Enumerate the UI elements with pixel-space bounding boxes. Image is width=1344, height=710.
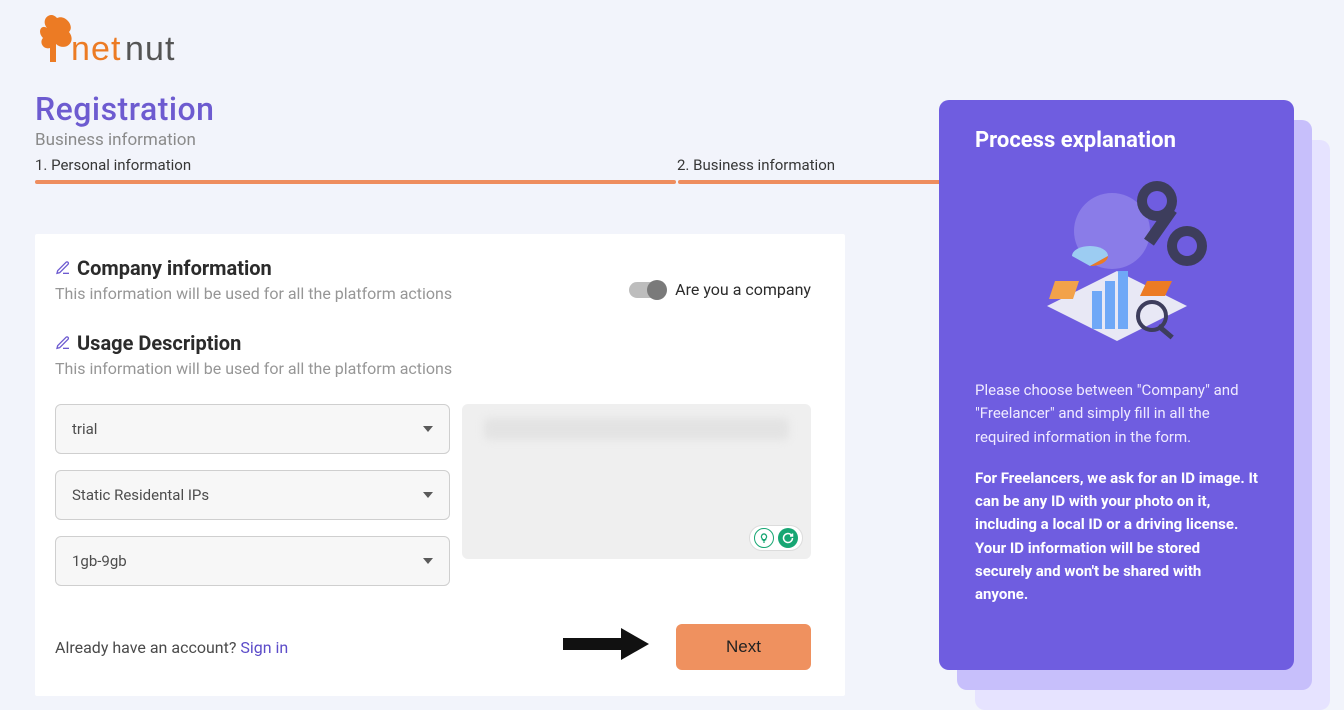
company-section-title: Company information: [77, 256, 272, 280]
company-toggle[interactable]: [629, 282, 665, 298]
company-toggle-label: Are you a company: [675, 280, 811, 299]
use-case-value: trial: [72, 420, 97, 438]
chevron-down-icon: [423, 426, 433, 432]
svg-text:n: n: [125, 30, 144, 68]
refresh-icon[interactable]: [778, 528, 798, 548]
svg-text:n: n: [71, 30, 90, 68]
edit-icon: [55, 335, 71, 351]
grammar-widget[interactable]: [749, 525, 803, 551]
svg-text:t: t: [111, 30, 121, 68]
blurred-content: [484, 418, 789, 440]
svg-text:u: u: [145, 30, 164, 68]
bandwidth-value: 1gb-9gb: [72, 552, 127, 570]
company-section-desc: This information will be used for all th…: [55, 284, 452, 303]
sign-in-link[interactable]: Sign in: [240, 638, 288, 657]
svg-text:e: e: [91, 30, 110, 68]
bandwidth-select[interactable]: 1gb-9gb: [55, 536, 450, 586]
next-button[interactable]: Next: [676, 624, 811, 670]
side-title: Process explanation: [975, 128, 1258, 153]
side-paragraph-2: For Freelancers, we ask for an ID image.…: [975, 467, 1258, 607]
brand-logo: n e t n u t: [35, 10, 1319, 70]
product-value: Static Residental IPs: [72, 486, 209, 504]
already-have-account: Already have an account? Sign in: [55, 638, 288, 657]
svg-text:t: t: [165, 30, 175, 68]
product-select[interactable]: Static Residental IPs: [55, 470, 450, 520]
step-personal[interactable]: 1. Personal information: [35, 156, 677, 180]
form-card: Company information This information wil…: [35, 234, 845, 696]
edit-icon: [55, 260, 71, 276]
usage-section-title: Usage Description: [77, 331, 241, 355]
chevron-down-icon: [423, 558, 433, 564]
chevron-down-icon: [423, 492, 433, 498]
analytics-illustration-icon: [1017, 171, 1217, 361]
step-bar-1: [35, 180, 676, 184]
description-textarea[interactable]: [462, 404, 811, 559]
side-paragraph-1: Please choose between "Company" and "Fre…: [975, 379, 1258, 449]
pointer-arrow-icon: [561, 624, 651, 668]
lightbulb-icon[interactable]: [754, 528, 774, 548]
usage-section-desc: This information will be used for all th…: [55, 359, 811, 378]
use-case-select[interactable]: trial: [55, 404, 450, 454]
process-explanation-card: Process explanation: [939, 100, 1294, 670]
